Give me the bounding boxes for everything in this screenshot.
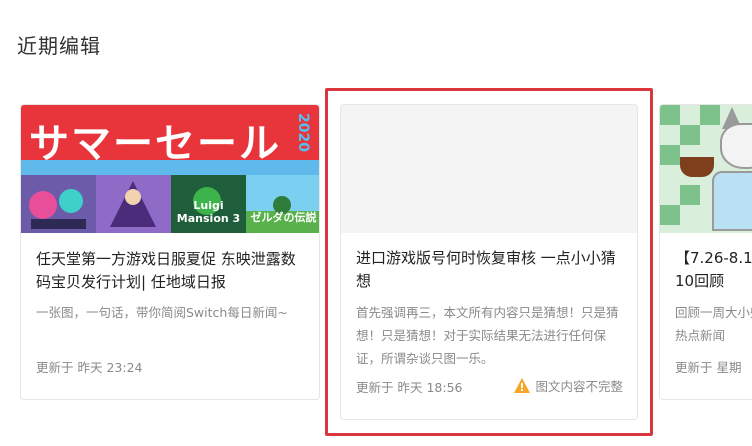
splatoon-art-icon <box>29 189 86 229</box>
updated-time: 更新于 星期 <box>675 360 742 375</box>
check-tile <box>680 125 700 145</box>
check-tile <box>660 205 680 225</box>
check-tile <box>680 185 700 205</box>
check-tile <box>700 105 720 125</box>
teacup-icon <box>680 157 714 177</box>
article-title[interactable]: 任天堂第一方游戏日服夏促 东映泄露数码宝贝发行计划| 任地域日报 <box>36 248 308 294</box>
tile-label: Luigi Mansion 3 <box>176 199 241 225</box>
game-tile-fire-emblem <box>96 175 171 233</box>
article-title[interactable]: 【7.26-8.1p 10回顾 <box>675 247 752 293</box>
article-card[interactable]: サマーセール 2020 Luigi Mansion 3 ゼルダの伝説 任天堂第一… <box>20 104 320 400</box>
article-card[interactable]: 【7.26-8.1p 10回顾 回顾一周大小些热点新闻 更新于 星期 <box>659 104 752 400</box>
banner-year: 2020 <box>295 113 311 152</box>
fox-character-icon <box>720 123 752 169</box>
tile-label: ゼルダの伝説 <box>250 211 317 224</box>
updated-time: 更新于 昨天 23:24 <box>36 360 143 375</box>
article-summary: 回顾一周大小些热点新闻 <box>675 305 752 343</box>
article-summary: 一张图，一句话，带你简阅Switch每日新闻~ <box>36 305 288 320</box>
check-tile <box>660 145 680 165</box>
banner-strip <box>21 160 319 175</box>
fire-emblem-art-icon <box>110 181 156 227</box>
article-thumbnail[interactable]: サマーセール 2020 Luigi Mansion 3 ゼルダの伝説 <box>21 105 319 233</box>
game-tile-zelda: ゼルダの伝説 <box>246 175 319 233</box>
fox-body <box>712 171 752 231</box>
game-tile-luigi: Luigi Mansion 3 <box>171 175 246 233</box>
selection-highlight <box>325 88 653 436</box>
check-tile <box>660 105 680 125</box>
game-tile-splatoon <box>21 175 96 233</box>
section-title: 近期编辑 <box>17 34 101 58</box>
article-thumbnail[interactable] <box>660 105 752 233</box>
